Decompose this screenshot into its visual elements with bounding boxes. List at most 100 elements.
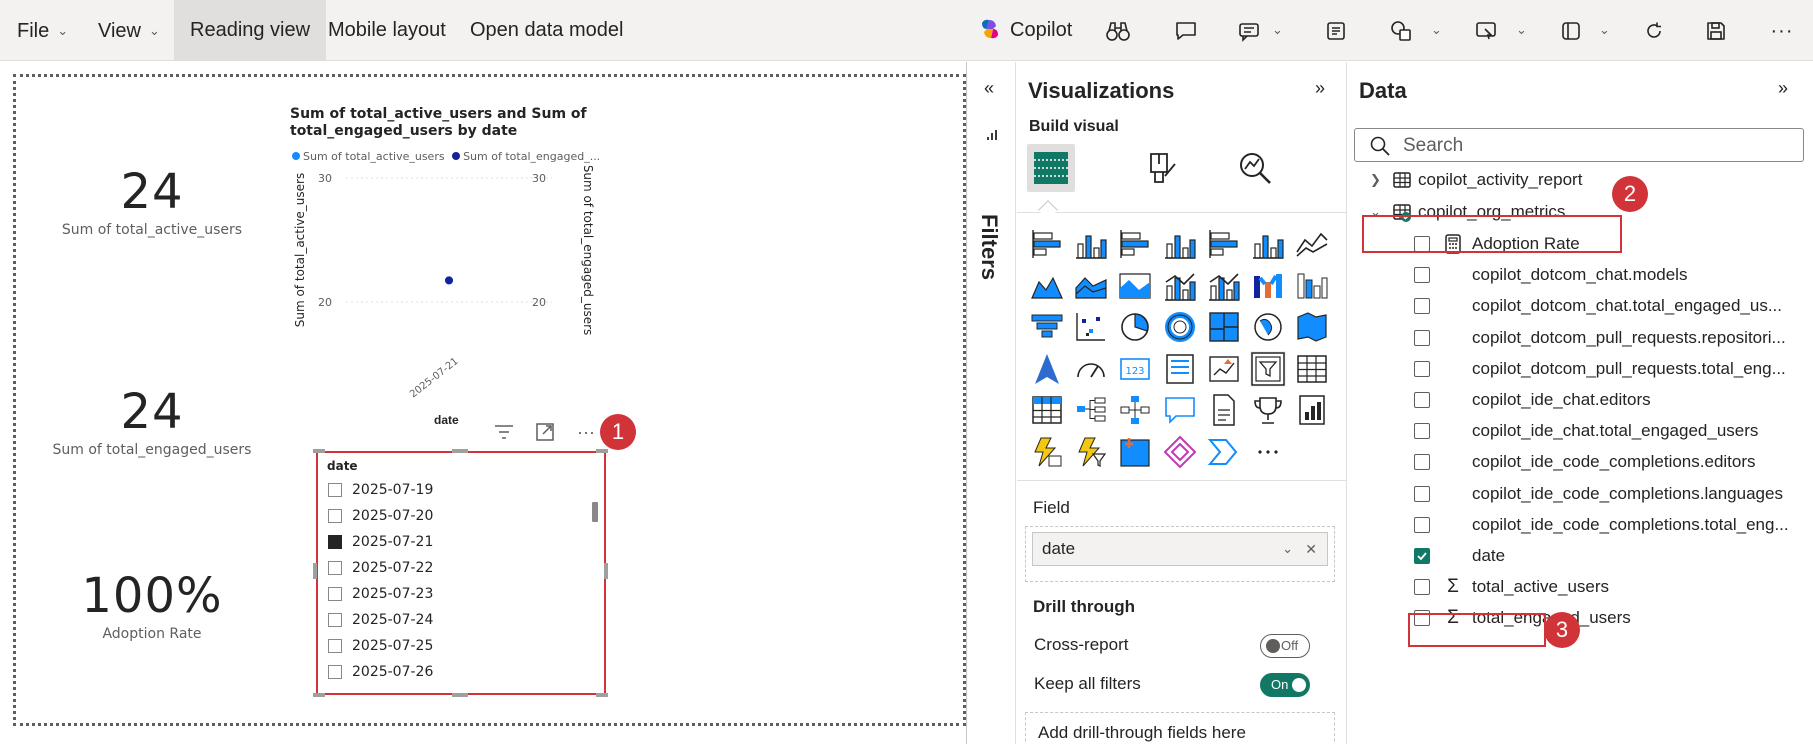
cross-report-toggle[interactable]: Off [1260, 634, 1310, 658]
gauge-icon[interactable] [1073, 351, 1109, 387]
field-checkbox[interactable] [1414, 298, 1430, 315]
kpi-card-adoption-rate[interactable]: 100% Adoption Rate [52, 568, 252, 642]
field-pill-date[interactable]: date ⌄ ✕ [1032, 532, 1328, 566]
field-item[interactable]: copilot_ide_chat.editors [1414, 384, 1651, 416]
chevron-down-icon[interactable]: ⌄ [1516, 22, 1527, 38]
slicer-item[interactable]: 2025-07-22 [328, 555, 578, 581]
binoculars-icon[interactable] [1104, 17, 1132, 45]
field-checkbox[interactable] [1414, 548, 1430, 564]
resize-handle[interactable] [313, 449, 325, 453]
chevron-right-icon[interactable]: ❯ [1370, 172, 1384, 188]
line-clustered-column-chart-icon[interactable] [1206, 268, 1242, 304]
filters-pane-collapsed[interactable]: « Filters [968, 62, 1016, 744]
shapes-icon[interactable] [1387, 17, 1415, 45]
donut-chart-icon[interactable] [1162, 309, 1198, 345]
resize-handle[interactable] [313, 563, 317, 579]
resize-handle[interactable] [596, 449, 608, 453]
field-checkbox[interactable] [1414, 360, 1430, 377]
chevron-down-icon[interactable]: ⌄ [1431, 22, 1442, 38]
line-stacked-column-chart-icon[interactable] [1162, 268, 1198, 304]
multi-row-card-icon[interactable] [1162, 351, 1198, 387]
more-options-icon[interactable]: ··· [574, 420, 598, 444]
resize-handle[interactable] [596, 693, 608, 697]
resize-handle[interactable] [313, 693, 325, 697]
scatter-chart[interactable]: 30 30 20 20 Sum of total_active_users Sum of … [286, 166, 606, 426]
azure-map-icon[interactable] [1029, 351, 1065, 387]
slicer-checkbox[interactable] [328, 587, 342, 601]
build-visual-tab[interactable] [1027, 144, 1075, 192]
chevron-down-icon[interactable]: ⌄ [1272, 22, 1283, 38]
resize-handle[interactable] [452, 449, 468, 453]
refresh-icon[interactable] [1640, 17, 1668, 45]
100-stacked-bar-chart-icon[interactable] [1206, 226, 1242, 262]
slicer-item[interactable]: 2025-07-27 [328, 685, 578, 689]
slicer-item[interactable]: 2025-07-25 [328, 633, 578, 659]
slicer-checkbox[interactable] [328, 535, 342, 549]
kpi-card-active-users[interactable]: 24 Sum of total_active_users [52, 164, 252, 238]
funnel-chart-icon[interactable] [1029, 309, 1065, 345]
slicer-checkbox[interactable] [328, 561, 342, 575]
resize-handle[interactable] [604, 563, 608, 579]
treemap-icon[interactable] [1206, 309, 1242, 345]
field-checkbox[interactable] [1414, 579, 1430, 596]
analytics-tab[interactable] [1231, 144, 1279, 192]
field-item[interactable]: copilot_ide_code_completions.total_eng..… [1414, 509, 1789, 541]
slicer-item[interactable]: 2025-07-26 [328, 659, 578, 685]
reading-view-button[interactable]: Reading view [174, 0, 327, 61]
mobile-layout-button[interactable]: Mobile layout [328, 0, 446, 61]
pie-chart-icon[interactable] [1117, 309, 1153, 345]
field-item[interactable]: copilot_dotcom_pull_requests.total_eng..… [1414, 353, 1786, 385]
table-copilot-activity-report[interactable]: ❯ copilot_activity_report [1370, 164, 1582, 196]
matrix-icon[interactable] [1029, 392, 1065, 428]
field-well[interactable]: date ⌄ ✕ [1025, 526, 1335, 582]
present-icon[interactable] [1472, 17, 1500, 45]
chevron-visual-icon[interactable] [1206, 434, 1242, 470]
key-influencers-icon[interactable] [1117, 392, 1153, 428]
power-automate-icon[interactable] [1029, 434, 1065, 470]
field-checkbox[interactable] [1414, 485, 1430, 502]
stacked-column-chart-icon[interactable] [1073, 226, 1109, 262]
collapse-pane-icon[interactable]: » [1315, 78, 1325, 99]
stacked-bar-chart-icon[interactable] [1029, 226, 1065, 262]
field-item[interactable]: copilot_ide_chat.total_engaged_users [1414, 415, 1758, 447]
clustered-bar-chart-icon[interactable] [1117, 226, 1153, 262]
custom-visual-icon[interactable] [1117, 434, 1153, 470]
more-options-icon[interactable]: ··· [1768, 17, 1796, 45]
ribbon-chart-icon[interactable] [1250, 268, 1286, 304]
card-icon[interactable]: 123 [1117, 351, 1153, 387]
field-item[interactable]: copilot_dotcom_pull_requests.repositori.… [1414, 322, 1786, 354]
copilot-button[interactable]: Copilot [978, 0, 1072, 61]
save-icon[interactable] [1702, 17, 1730, 45]
filled-map-icon[interactable] [1294, 309, 1330, 345]
remove-field-icon[interactable]: ✕ [1305, 533, 1317, 565]
slicer-checkbox[interactable] [328, 509, 342, 523]
file-menu[interactable]: File ⌄ [17, 0, 68, 61]
resize-handle[interactable] [452, 693, 468, 697]
slicer-checkbox[interactable] [328, 639, 342, 653]
smart-narrative-icon[interactable] [1235, 17, 1263, 45]
expand-pane-icon[interactable]: « [984, 78, 994, 99]
stacked-area-chart-icon[interactable] [1073, 268, 1109, 304]
view-menu[interactable]: View ⌄ [98, 0, 160, 61]
field-checkbox[interactable] [1414, 329, 1430, 346]
slicer-checkbox[interactable] [328, 665, 342, 679]
slicer-checkbox[interactable] [328, 613, 342, 627]
open-data-model-button[interactable]: Open data model [470, 0, 623, 61]
collapse-pane-icon[interactable]: » [1778, 78, 1788, 99]
line-chart-icon[interactable] [1294, 226, 1330, 262]
100-stacked-column-chart-icon[interactable] [1250, 226, 1286, 262]
kpi-icon[interactable] [1206, 351, 1242, 387]
slicer-icon[interactable] [1250, 350, 1286, 387]
smart-narrative-icon[interactable] [1162, 392, 1198, 428]
table-icon[interactable] [1294, 351, 1330, 387]
map-icon[interactable] [1250, 309, 1286, 345]
field-item[interactable]: copilot_dotcom_chat.total_engaged_us... [1414, 290, 1782, 322]
slicer-item[interactable]: 2025-07-20 [328, 503, 578, 529]
filter-icon[interactable] [492, 420, 516, 444]
chevron-down-icon[interactable]: ⌄ [1599, 22, 1610, 38]
field-item[interactable]: copilot_dotcom_chat.models [1414, 259, 1687, 291]
field-checkbox[interactable] [1414, 423, 1430, 440]
notes-icon[interactable] [1322, 17, 1350, 45]
field-checkbox[interactable] [1414, 454, 1430, 471]
drill-through-well[interactable]: Add drill-through fields here [1025, 712, 1335, 744]
